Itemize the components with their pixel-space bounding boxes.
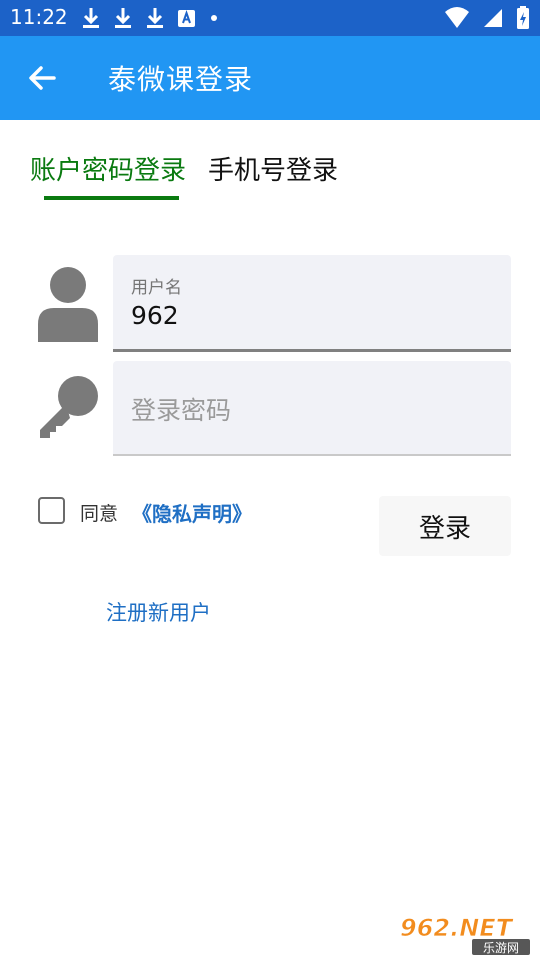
watermark-logo: 962.NET 乐游网	[400, 914, 530, 955]
user-icon	[38, 267, 98, 342]
password-placeholder: 登录密码	[131, 396, 232, 425]
key-icon	[40, 376, 98, 438]
watermark-bottom: 乐游网	[483, 941, 519, 955]
wifi-icon	[445, 7, 469, 28]
back-arrow-icon[interactable]	[22, 58, 62, 98]
download-icon	[147, 8, 163, 28]
active-tab-indicator	[44, 196, 179, 200]
agree-checkbox[interactable]	[38, 497, 65, 524]
status-bar: 11:22	[0, 0, 540, 36]
username-label: 用户名	[131, 278, 182, 298]
app-bar: 泰微课登录	[0, 36, 540, 120]
watermark-top: 962.NET	[400, 914, 514, 942]
privacy-policy-link[interactable]: 《隐私声明》	[132, 498, 252, 527]
status-time: 11:22	[10, 5, 68, 29]
tab-account-password[interactable]: 账户密码登录	[30, 150, 186, 187]
system-icons	[444, 6, 530, 30]
font-notification-icon	[178, 9, 195, 27]
notification-icons	[80, 6, 220, 30]
register-link[interactable]: 注册新用户	[106, 597, 211, 627]
dot-icon	[211, 15, 217, 21]
password-field[interactable]: 登录密码	[113, 361, 511, 456]
page-title: 泰微课登录	[108, 63, 254, 96]
username-value: 962	[131, 301, 179, 330]
username-field[interactable]: 用户名 962	[113, 255, 511, 352]
login-button[interactable]: 登录	[379, 496, 511, 556]
tab-phone[interactable]: 手机号登录	[208, 150, 338, 187]
download-icon	[115, 8, 131, 28]
download-icon	[83, 8, 99, 28]
signal-icon	[484, 9, 502, 27]
battery-icon	[517, 6, 529, 29]
agree-label: 同意	[80, 503, 119, 525]
